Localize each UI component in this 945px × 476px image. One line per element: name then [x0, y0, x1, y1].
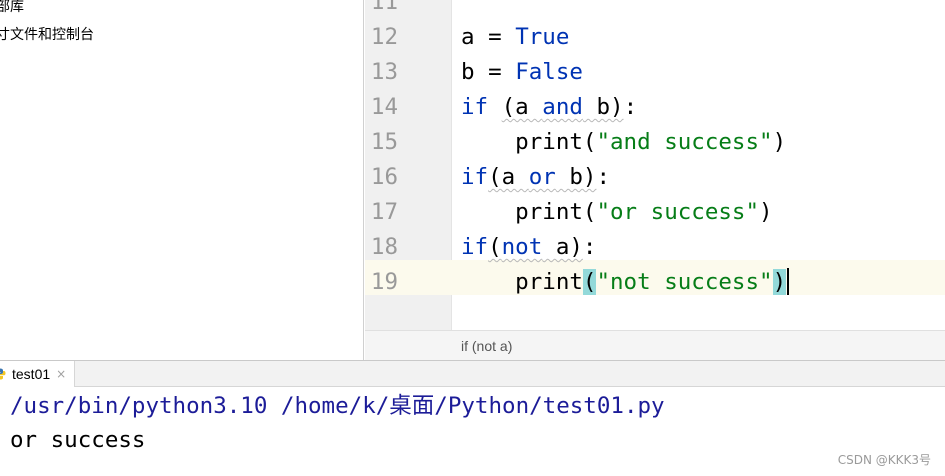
code-line[interactable]: 15 print("and success") — [365, 125, 945, 160]
code-line[interactable]: 14 if (a and b): — [365, 90, 945, 125]
code-keyword: if — [461, 234, 489, 260]
code-line[interactable]: 13 b = False — [365, 55, 945, 90]
brace-match: ( — [582, 269, 597, 295]
line-number: 18 — [370, 234, 398, 260]
line-number: 15 — [370, 129, 398, 155]
code-token: ) — [772, 129, 787, 155]
code-keyword: if — [461, 164, 489, 190]
code-keyword: not — [501, 234, 543, 260]
editor-breadcrumb-bar: if (not a) — [365, 330, 945, 360]
brace-match: ) — [772, 269, 787, 295]
code-text: if(not a): — [461, 230, 596, 265]
code-warning: (a or b) — [488, 164, 596, 190]
project-tree-panel: 部库 寸文件和控制台 — [0, 0, 364, 360]
line-number: 14 — [370, 94, 398, 120]
line-number: 17 — [370, 199, 398, 225]
tree-item-scratches-and-consoles[interactable]: 寸文件和控制台 — [0, 26, 94, 44]
watermark: CSDN @KKK3号 — [837, 453, 931, 467]
line-number: 11 — [370, 0, 398, 15]
code-keyword: False — [515, 59, 583, 85]
code-keyword: and — [542, 94, 583, 120]
text-caret — [787, 268, 790, 295]
code-token: print( — [461, 199, 597, 225]
line-number: 16 — [370, 164, 398, 190]
code-text: if(a or b): — [461, 160, 610, 195]
code-token: print — [461, 269, 583, 295]
code-string: "and success" — [596, 129, 773, 155]
code-token: b) — [555, 164, 597, 190]
code-keyword: if — [461, 94, 489, 120]
console-output-line: or success — [10, 427, 146, 453]
code-editor[interactable]: 11 12 a = True 13 b = False 14 if (a and b): 15… — [365, 0, 945, 330]
run-console[interactable]: /usr/bin/python3.10 /home/k/桌面/Python/te… — [0, 387, 945, 476]
code-line[interactable]: 17 print("or success") — [365, 195, 945, 230]
code-line[interactable]: 12 a = True — [365, 20, 945, 55]
code-token: (a — [501, 94, 543, 120]
code-token: b = — [461, 59, 516, 85]
code-token: ) — [759, 199, 773, 225]
code-token: : — [596, 164, 611, 190]
code-warning: (a and b) — [502, 94, 624, 120]
code-keyword: or — [528, 164, 556, 190]
code-token: (a — [488, 164, 529, 190]
code-token: a) — [542, 234, 583, 260]
code-token: : — [582, 234, 597, 260]
code-line[interactable]: 19 print("not success") — [365, 265, 945, 300]
code-text: print("or success") — [461, 195, 773, 230]
code-token: a = — [461, 24, 516, 50]
code-keyword: True — [515, 24, 570, 50]
line-number: 13 — [370, 59, 398, 85]
code-token: ( — [488, 234, 502, 260]
code-line[interactable]: 16 if(a or b): — [365, 160, 945, 195]
code-text: print("not success") — [461, 265, 790, 300]
code-string: "or success" — [596, 199, 760, 225]
code-line[interactable]: 11 — [365, 0, 945, 20]
code-line[interactable]: 18 if(not a): — [365, 230, 945, 265]
run-tab-test01[interactable]: test01 × — [0, 361, 76, 387]
tree-item-external-libraries[interactable]: 部库 — [0, 0, 24, 16]
console-command-line: /usr/bin/python3.10 /home/k/桌面/Python/te… — [10, 393, 665, 419]
python-file-icon — [0, 368, 6, 380]
breadcrumb-item[interactable]: if (not a) — [461, 338, 512, 354]
code-string: "not success" — [596, 269, 773, 295]
code-text: print("and success") — [461, 125, 786, 160]
line-number: 19 — [370, 269, 398, 295]
code-text: if (a and b): — [461, 90, 637, 125]
code-text: b = False — [461, 55, 583, 90]
run-tab-label: test01 — [12, 366, 51, 382]
code-warning: (not a) — [488, 234, 583, 260]
code-token: b) — [582, 94, 624, 120]
code-text: a = True — [461, 20, 569, 55]
line-number: 12 — [370, 24, 398, 50]
run-tab-strip: test01 × — [0, 360, 945, 387]
close-icon[interactable]: × — [56, 367, 66, 381]
code-token: : — [623, 94, 638, 120]
code-token: print( — [461, 129, 597, 155]
